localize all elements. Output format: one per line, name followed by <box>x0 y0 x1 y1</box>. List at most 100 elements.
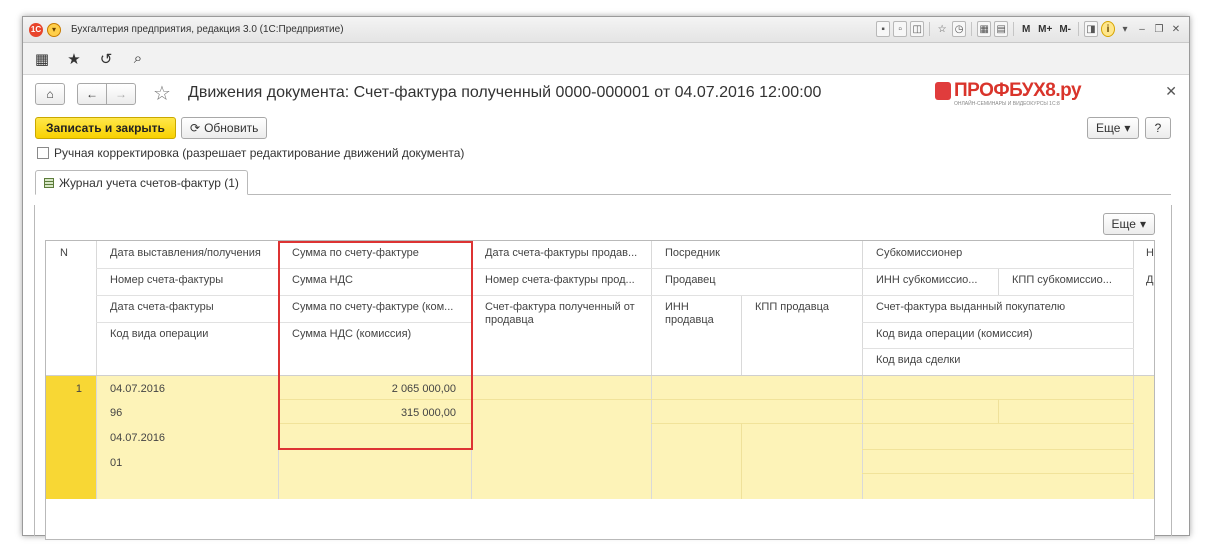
navigation-bar: ▦ ★ ↺ ⌕ <box>23 43 1189 75</box>
cell-invoice-amount[interactable]: 2 065 000,00 <box>280 377 470 396</box>
favorite-icon[interactable]: ☆ <box>935 21 949 37</box>
body-row-divider <box>862 473 1134 474</box>
header-seller-invoice-date[interactable]: Дата счета-фактуры продав... <box>473 241 651 260</box>
toolbar-separator <box>971 22 973 36</box>
row-number[interactable]: 1 <box>46 377 96 396</box>
body-row-divider <box>862 423 1134 424</box>
tab-label: Журнал учета счетов-фактур (1) <box>59 175 239 190</box>
header-vat-amount[interactable]: Сумма НДС <box>280 268 470 287</box>
arrow-right-icon: → <box>115 87 127 101</box>
info-icon[interactable]: i <box>1101 21 1115 37</box>
body-row-divider <box>278 423 472 424</box>
tab-invoice-journal[interactable]: Журнал учета счетов-фактур (1) <box>35 170 248 195</box>
apps-grid-icon[interactable]: ▦ <box>33 50 51 68</box>
cell-vat-amount[interactable]: 315 000,00 <box>280 401 470 420</box>
body-row-divider <box>471 399 862 400</box>
body-row-divider <box>278 449 472 450</box>
main-menu-button[interactable]: ▾ <box>47 22 61 37</box>
search-icon[interactable]: ⌕ <box>129 50 147 67</box>
memory-minus-button[interactable]: M- <box>1057 21 1073 37</box>
table-more-button[interactable]: Еще ▾ <box>1102 213 1155 235</box>
body-row-divider <box>862 449 1134 450</box>
forward-button[interactable]: → <box>106 83 136 105</box>
refresh-button[interactable]: ⟳ Обновить <box>181 117 268 139</box>
refresh-label: Обновить <box>204 121 259 135</box>
refresh-icon: ⟳ <box>190 121 201 135</box>
manual-correction-checkbox[interactable] <box>37 147 49 159</box>
save-and-close-button[interactable]: Записать и закрыть <box>35 117 176 139</box>
memory-plus-button[interactable]: M+ <box>1036 21 1054 37</box>
cell-invoice-number[interactable]: 96 <box>98 401 278 420</box>
header-invoice-issued[interactable]: Счет-фактура выданный покупателю <box>864 295 1132 314</box>
back-button[interactable]: ← <box>77 83 107 105</box>
header-n[interactable]: N <box>46 241 96 260</box>
favorite-star-icon[interactable]: ☆ <box>153 81 171 106</box>
form-header: ⌂ ← → ☆ Движения документа: Счет-фактура… <box>23 75 1189 113</box>
header-invoice-number[interactable]: Номер счета-фактуры <box>98 268 278 287</box>
title-toolbar: ▪ ▫ ◫ ☆ ◷ ▦ ▤ M M+ M- ◨ i ▾ – ❐ ✕ <box>876 21 1183 37</box>
header-subcommissioner-kpp[interactable]: КПП субкомиссио... <box>1000 268 1133 287</box>
movements-table: N Дата выставления/получения Номер счета… <box>45 240 1155 540</box>
header-invoice-received[interactable]: Счет-фактура полученный от продавца <box>473 295 651 327</box>
memory-button[interactable]: M <box>1019 21 1033 37</box>
column-divider <box>1133 241 1134 499</box>
calendar-icon[interactable]: ▤ <box>994 21 1009 37</box>
toolbar-separator <box>1078 22 1079 36</box>
header-operation-code[interactable]: Код вида операции <box>98 322 278 341</box>
brand-tagline: ОНЛАЙН-СЕМИНАРЫ И ВИДЕОКУРСЫ 1С:8 <box>954 101 1060 107</box>
cell-issue-date[interactable]: 04.07.2016 <box>98 377 278 396</box>
column-divider <box>862 241 863 499</box>
header-seller-invoice-number[interactable]: Номер счета-фактуры прод... <box>473 268 651 287</box>
help-button[interactable]: ? <box>1145 117 1171 139</box>
brand-mark-icon <box>935 82 951 100</box>
toolbar-separator <box>929 22 931 36</box>
table-more-label: Еще <box>1111 217 1136 231</box>
column-divider <box>741 295 742 375</box>
header-seller[interactable]: Продавец <box>653 268 862 287</box>
header-truncated-1[interactable]: Н <box>1135 241 1154 260</box>
close-form-icon[interactable]: ✕ <box>1165 83 1177 100</box>
column-divider <box>278 241 279 499</box>
cell-invoice-date[interactable]: 04.07.2016 <box>98 426 278 445</box>
close-window-icon[interactable]: ✕ <box>1169 21 1183 37</box>
header-invoice-date[interactable]: Дата счета-фактуры <box>98 295 278 314</box>
history-icon[interactable]: ◷ <box>952 21 967 37</box>
header-vat-commission[interactable]: Сумма НДС (комиссия) <box>280 322 470 341</box>
command-bar: Записать и закрыть ⟳ Обновить Еще ▾ ? <box>23 113 1189 143</box>
favorites-star-icon[interactable]: ★ <box>65 50 83 68</box>
chevron-down-icon[interactable]: ▾ <box>1118 21 1132 37</box>
app-title: Бухгалтерия предприятия, редакция 3.0 (1… <box>71 24 344 35</box>
header-intermediary[interactable]: Посредник <box>653 241 862 260</box>
calculator-icon[interactable]: ▦ <box>977 21 992 37</box>
history-icon[interactable]: ↺ <box>97 50 115 68</box>
header-subcommissioner[interactable]: Субкомиссионер <box>864 241 1132 260</box>
header-seller-inn[interactable]: ИНН продавца <box>653 295 723 327</box>
home-icon: ⌂ <box>46 87 54 101</box>
header-truncated-2[interactable]: Д <box>1135 268 1154 287</box>
app-logo-icon: 1С <box>29 22 43 37</box>
header-seller-kpp[interactable]: КПП продавца <box>743 295 862 314</box>
brand-logo: ПРОФБУХ8.ру ОНЛАЙН-СЕМИНАРЫ И ВИДЕОКУРСЫ… <box>935 81 1082 107</box>
cell-operation-code[interactable]: 01 <box>98 451 278 470</box>
save-icon[interactable]: ▪ <box>876 21 891 37</box>
body-column-divider <box>741 423 742 499</box>
more-button[interactable]: Еще ▾ <box>1087 117 1140 139</box>
header-subcommissioner-inn[interactable]: ИНН субкомиссио... <box>864 268 998 287</box>
body-row-divider <box>278 399 472 400</box>
header-deal-type-code[interactable]: Код вида сделки <box>864 348 1132 367</box>
restore-icon[interactable]: ❐ <box>1152 21 1166 37</box>
minimize-icon[interactable]: – <box>1135 21 1149 37</box>
print-icon[interactable]: ▫ <box>893 21 908 37</box>
tab-panel: Еще ▾ N Дата выставления/получения Номер… <box>34 205 1172 540</box>
preview-icon[interactable]: ◫ <box>910 21 925 37</box>
header-issue-date[interactable]: Дата выставления/получения <box>98 241 278 260</box>
header-operation-code-commission[interactable]: Код вида операции (комиссия) <box>864 322 1132 341</box>
header-invoice-amount-commission[interactable]: Сумма по счету-фактуре (ком... <box>280 295 470 314</box>
panels-icon[interactable]: ◨ <box>1084 21 1098 37</box>
home-button[interactable]: ⌂ <box>35 83 65 105</box>
column-divider <box>998 268 999 295</box>
tab-strip: Журнал учета счетов-фактур (1) <box>35 169 1171 195</box>
body-column-divider <box>998 399 999 423</box>
header-invoice-amount[interactable]: Сумма по счету-фактуре <box>280 241 470 260</box>
toolbar-separator <box>1013 22 1015 36</box>
